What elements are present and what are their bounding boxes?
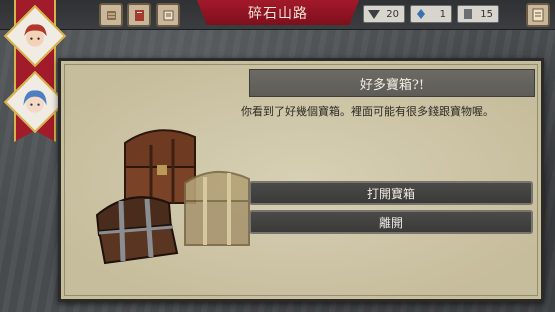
resource-crystal-value: 1 — [439, 8, 446, 20]
card-icon — [464, 9, 472, 19]
menu-icon — [532, 8, 544, 22]
resource-card-value: 15 — [480, 8, 493, 20]
chest-front — [95, 196, 179, 265]
open-chest-button[interactable]: 打開寶箱 — [249, 181, 533, 205]
crystal-icon — [417, 9, 425, 19]
resource-sword-value: 20 — [386, 8, 399, 20]
leave-label: 離開 — [378, 215, 403, 230]
sword-icon — [368, 10, 380, 19]
chest-faded — [184, 170, 250, 246]
red-hair-avatar — [24, 24, 47, 47]
dialog-text: 你看到了好幾個寶箱。裡面可能有很多錢跟寶物喔。 — [241, 105, 494, 118]
quest-icon — [163, 10, 173, 20]
dialog-title: 好多寶箱?! — [359, 77, 425, 93]
quest-button[interactable] — [156, 3, 180, 27]
journal-button[interactable] — [127, 3, 151, 27]
scroll-button[interactable] — [99, 3, 123, 27]
blue-hair-avatar — [23, 90, 47, 113]
event-dialog: 好多寶箱?! 你看到了好幾個寶箱。裡面可能有很多錢跟寶物喔。 打開寶箱 離開 — [58, 58, 544, 302]
menu-button[interactable] — [526, 3, 550, 27]
location-title: 碎石山路 — [248, 5, 308, 22]
top-bar: 碎石山路 20 1 15 — [0, 0, 555, 30]
resource-card: 15 — [457, 5, 499, 23]
resource-crystal: 1 — [410, 5, 452, 23]
journal-icon — [134, 9, 144, 21]
open-chest-label: 打開寶箱 — [366, 186, 415, 201]
resource-sword: 20 — [363, 5, 405, 23]
leave-button[interactable]: 離開 — [249, 210, 533, 234]
scroll-icon — [106, 10, 116, 20]
location-banner: 碎石山路 — [197, 0, 359, 25]
treasure-chests-image — [95, 129, 250, 265]
dialog-title-bar: 好多寶箱?! — [249, 69, 535, 97]
